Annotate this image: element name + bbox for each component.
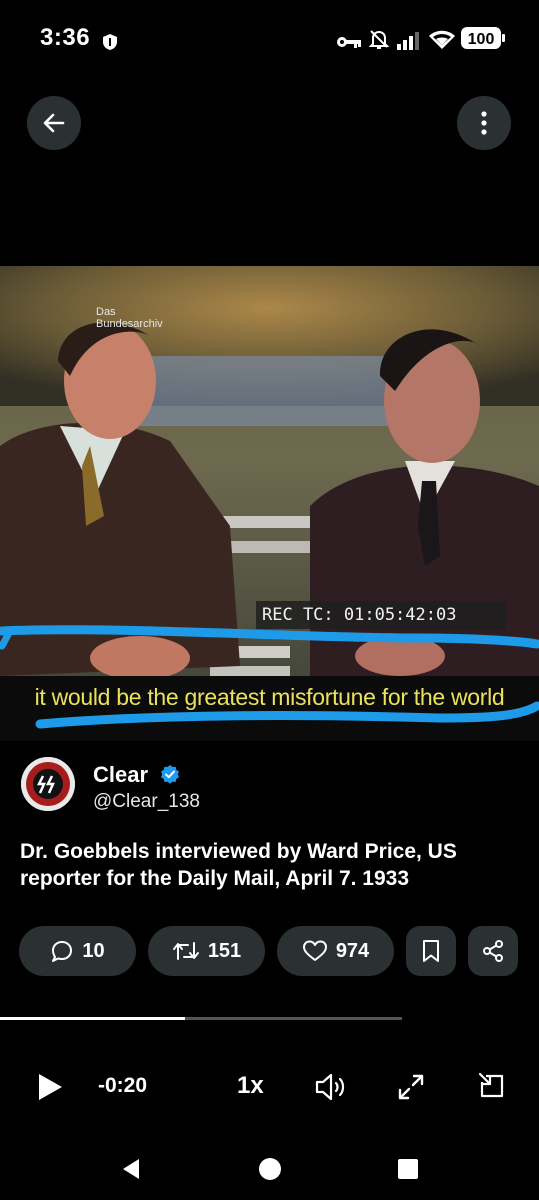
volume-button[interactable] bbox=[314, 1072, 350, 1102]
back-nav-button[interactable] bbox=[119, 1157, 143, 1181]
play-icon bbox=[39, 1074, 62, 1100]
home-nav-button[interactable] bbox=[257, 1156, 283, 1182]
play-button[interactable] bbox=[36, 1072, 64, 1102]
like-count: 974 bbox=[335, 939, 370, 962]
picture-in-picture-button[interactable] bbox=[476, 1070, 508, 1102]
status-time: 3:36 bbox=[40, 24, 91, 51]
more-options-button[interactable] bbox=[457, 96, 511, 150]
home-circle-icon bbox=[259, 1158, 281, 1180]
more-vertical-icon bbox=[481, 111, 487, 135]
reply-button[interactable]: 10 bbox=[19, 926, 136, 976]
arrow-left-icon bbox=[43, 113, 65, 133]
share-button[interactable] bbox=[468, 926, 518, 976]
triangle-back-icon bbox=[123, 1159, 139, 1179]
time-remaining: -0:20 bbox=[98, 1074, 148, 1097]
timecode-overlay: REC TC: 01:05:42:03 bbox=[256, 601, 506, 629]
like-button[interactable]: 974 bbox=[277, 926, 394, 976]
author-name[interactable]: Clear bbox=[93, 762, 148, 788]
repost-count: 151 bbox=[207, 939, 242, 962]
status-bar: 3:36 100 bbox=[0, 0, 539, 80]
repost-icon bbox=[172, 942, 199, 960]
annotation-highlight bbox=[0, 625, 539, 729]
back-button[interactable] bbox=[27, 96, 81, 150]
progress-fill bbox=[0, 1017, 185, 1020]
system-nav-bar bbox=[0, 1140, 539, 1200]
bookmark-icon bbox=[423, 940, 439, 962]
shield-icon bbox=[103, 34, 117, 50]
video-subtitle: it would be the greatest misfortune for … bbox=[34, 684, 505, 710]
tweet-text: Dr. Goebbels interviewed by Ward Price, … bbox=[20, 840, 457, 890]
author-handle[interactable]: @Clear_138 bbox=[93, 791, 200, 813]
avatar-emblem-icon bbox=[21, 757, 75, 811]
repost-button[interactable]: 151 bbox=[148, 926, 265, 976]
verified-badge-icon bbox=[161, 765, 179, 784]
battery-tip bbox=[502, 34, 505, 42]
signal-icon bbox=[397, 32, 419, 50]
comment-icon bbox=[52, 941, 73, 962]
expand-icon bbox=[398, 1074, 424, 1100]
speaker-icon bbox=[315, 1073, 333, 1101]
avatar[interactable] bbox=[21, 757, 75, 811]
playback-speed-button[interactable]: 1x bbox=[237, 1072, 264, 1100]
fullscreen-button[interactable] bbox=[396, 1072, 426, 1102]
reply-count: 10 bbox=[82, 939, 105, 962]
watermark-line1: Das bbox=[96, 306, 116, 318]
battery-icon: 100 bbox=[461, 27, 501, 49]
recents-nav-button[interactable] bbox=[397, 1158, 419, 1180]
video-player[interactable] bbox=[0, 266, 539, 741]
square-recents-icon bbox=[398, 1159, 418, 1179]
archive-watermark: Das Bundesarchiv bbox=[62, 306, 163, 330]
bell-off-icon bbox=[368, 30, 390, 49]
watermark-line2: Bundesarchiv bbox=[96, 318, 163, 330]
wifi-icon bbox=[429, 30, 455, 49]
bookmark-button[interactable] bbox=[406, 926, 456, 976]
heart-icon bbox=[302, 940, 327, 961]
share-icon bbox=[483, 940, 503, 962]
key-icon bbox=[337, 37, 361, 48]
